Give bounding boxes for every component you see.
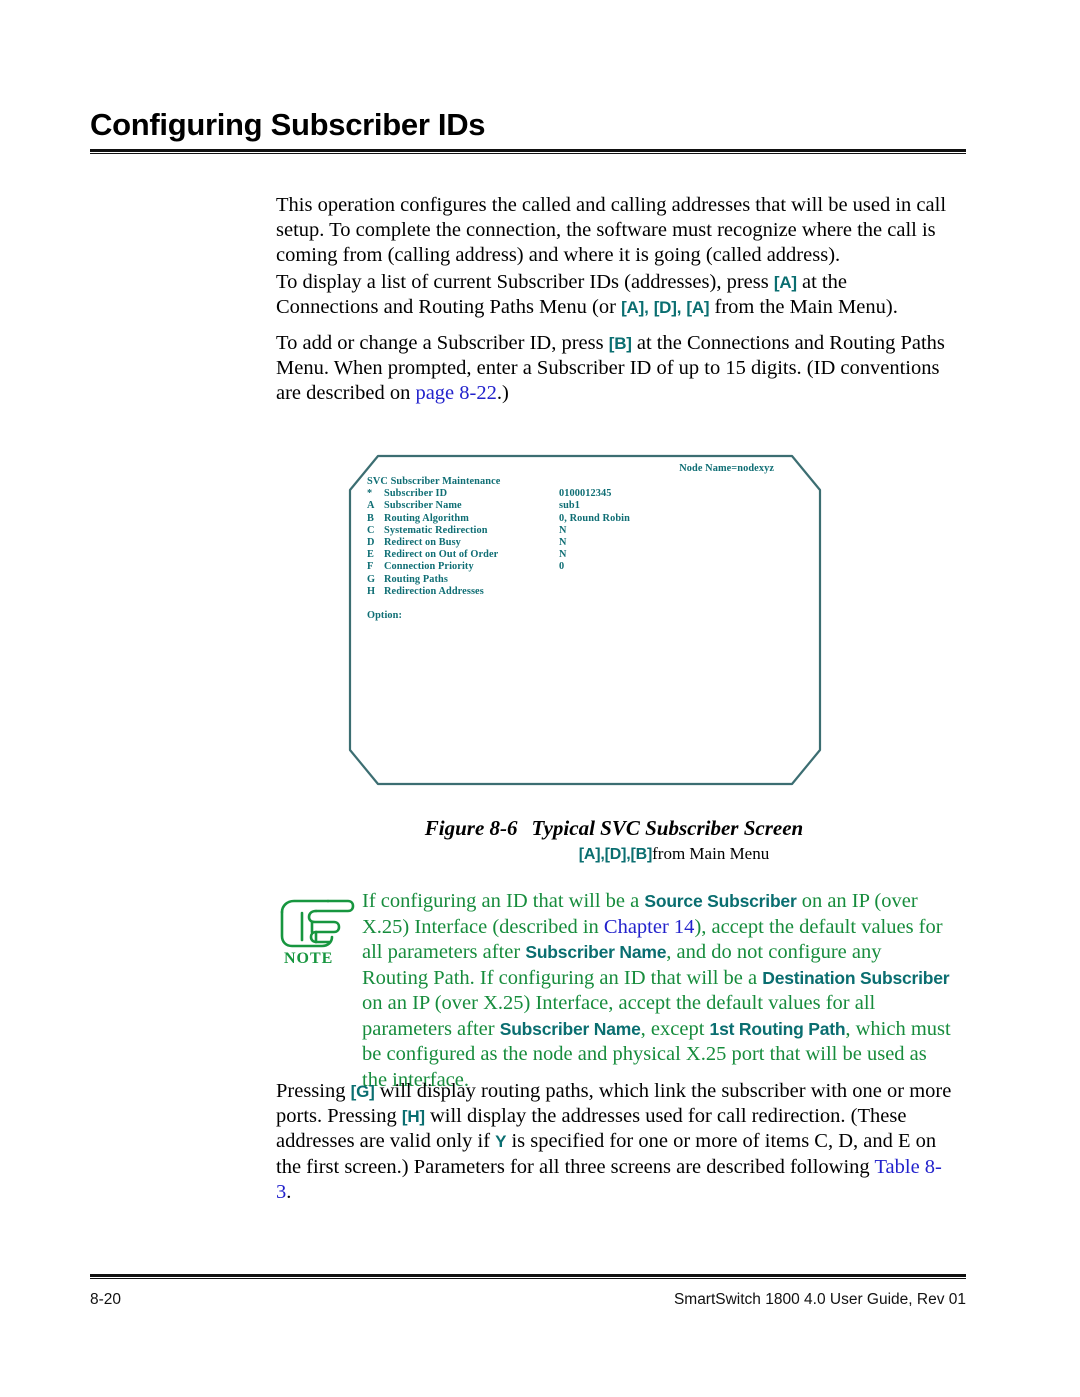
- key-marker-d: [D]: [604, 846, 627, 863]
- key-marker-b: [B]: [608, 334, 632, 353]
- display-list-paragraph: To display a list of current Subscriber …: [276, 270, 952, 320]
- menu-label: Subscriber Name: [384, 500, 462, 512]
- menu-key: G: [367, 573, 376, 585]
- menu-key: A: [367, 500, 375, 512]
- add-change-paragraph: To add or change a Subscriber ID, press …: [276, 331, 952, 407]
- key-marker-d: [D]: [653, 298, 677, 318]
- menu-row-routing-paths[interactable]: G Routing Paths: [367, 574, 797, 586]
- cross-reference-link-page[interactable]: page 8-22: [415, 382, 496, 404]
- heading-rule: [90, 149, 966, 155]
- text-fragment: .: [286, 1180, 292, 1203]
- intro-paragraph: This operation configures the called and…: [276, 193, 952, 269]
- menu-value: N: [559, 524, 567, 536]
- menu-row-connection-priority[interactable]: F Connection Priority 0: [367, 561, 797, 573]
- key-marker-b: [B]: [630, 846, 653, 863]
- menu-label: Redirect on Out of Order: [384, 549, 499, 561]
- menu-value: N: [559, 537, 567, 549]
- figure-number: Figure 8-6: [424, 816, 518, 840]
- menu-label: Subscriber ID: [384, 488, 448, 500]
- node-name-label: Node Name=nodexyz: [679, 463, 774, 474]
- text-fragment: Pressing: [276, 1080, 346, 1102]
- menu-row-routing-algorithm[interactable]: B Routing Algorithm 0, Round Robin: [367, 513, 797, 525]
- term-subscriber-name: Subscriber Name: [499, 1018, 641, 1039]
- term-source-subscriber: Source Subscriber: [644, 891, 797, 911]
- menu-label: Redirect on Busy: [384, 537, 461, 549]
- menu-label: Connection Priority: [384, 561, 474, 573]
- menu-label: Routing Paths: [384, 573, 448, 585]
- footer-row: 8-20 SmartSwitch 1800 4.0 User Guide, Re…: [90, 1291, 966, 1309]
- figure-menu-path: [A],[D],[B]from Main Menu: [276, 844, 952, 864]
- menu-key: B: [367, 512, 374, 524]
- key-marker-h: [H]: [401, 1107, 425, 1127]
- menu-key: *: [367, 488, 373, 500]
- note-text: If configuring an ID that will be a Sour…: [362, 888, 952, 1093]
- text-fragment: If configuring an ID that will be a: [362, 890, 640, 912]
- menu-value: sub1: [559, 500, 581, 512]
- key-separator: ,: [644, 298, 649, 318]
- footer-document-title: SmartSwitch 1800 4.0 User Guide, Rev 01: [673, 1291, 966, 1308]
- menu-key: E: [367, 549, 374, 561]
- page-title: Configuring Subscriber IDs: [90, 107, 486, 142]
- menu-path-tail: from Main Menu: [652, 844, 770, 863]
- document-page: Configuring Subscriber IDs This operatio…: [0, 0, 1080, 1397]
- menu-row-subscriber-name[interactable]: A Subscriber Name sub1: [367, 500, 797, 512]
- menu-key: D: [367, 537, 375, 549]
- term-1st-routing-path: 1st Routing Path: [709, 1018, 846, 1039]
- page-footer: 8-20 SmartSwitch 1800 4.0 User Guide, Re…: [90, 1274, 966, 1309]
- menu-value: 0100012345: [559, 488, 612, 500]
- menu-label: Redirection Addresses: [384, 585, 484, 597]
- note-callout: NOTE If configuring an ID that will be a…: [276, 888, 952, 1093]
- menu-key: H: [367, 585, 376, 597]
- key-separator: ,: [676, 298, 682, 318]
- menu-row-redirection-addresses[interactable]: H Redirection Addresses: [367, 586, 797, 598]
- key-marker-a: [A]: [578, 846, 601, 863]
- text-fragment: , except: [640, 1017, 705, 1040]
- paragraph-text: Pressing [G] will display routing paths,…: [276, 1079, 952, 1205]
- footer-rule: [90, 1274, 966, 1279]
- terminal-screen-figure: Node Name=nodexyz SVC Subscriber Mainten…: [348, 450, 822, 788]
- menu-value: [559, 586, 797, 598]
- menu-key: F: [367, 561, 374, 573]
- menu-value: 0, Round Robin: [559, 512, 630, 524]
- menu-row-redirect-on-busy[interactable]: D Redirect on Busy N: [367, 537, 797, 549]
- note-icon-graphic: NOTE: [280, 899, 355, 966]
- cross-reference-link-chapter[interactable]: Chapter 14: [604, 916, 695, 938]
- text-fragment: from the Main Menu).: [714, 296, 898, 319]
- key-marker-g: [G]: [350, 1082, 375, 1101]
- key-marker-a: [A]: [773, 273, 797, 292]
- term-destination-subscriber: Destination Subscriber: [762, 967, 950, 988]
- menu-value: [559, 574, 797, 586]
- caption-line: Figure 8-6 Typical SVC Subscriber Screen: [276, 816, 952, 841]
- text-fragment: .): [496, 382, 509, 405]
- footer-page-number: 8-20: [90, 1291, 122, 1308]
- menu-row-systematic-redirection[interactable]: C Systematic Redirection N: [367, 525, 797, 537]
- menu-value: 0: [559, 561, 565, 573]
- screen-menu: SVC Subscriber Maintenance * Subscriber …: [367, 476, 797, 622]
- figure-caption: Figure 8-6 Typical SVC Subscriber Screen …: [276, 816, 952, 864]
- paragraph-text: To display a list of current Subscriber …: [276, 270, 952, 320]
- term-subscriber-name: Subscriber Name: [525, 942, 667, 962]
- page-heading: Configuring Subscriber IDs: [90, 107, 966, 155]
- menu-value: N: [559, 549, 567, 561]
- menu-key: C: [367, 524, 375, 536]
- paragraph-text: This operation configures the called and…: [276, 194, 947, 267]
- menu-label: Systematic Redirection: [384, 524, 488, 536]
- routing-paths-paragraph: Pressing [G] will display routing paths,…: [276, 1079, 952, 1205]
- pointing-hand-note-icon: NOTE: [276, 888, 362, 966]
- terminal-screen-content: Node Name=nodexyz SVC Subscriber Mainten…: [348, 450, 822, 788]
- text-fragment: To add or change a Subscriber ID, press: [276, 332, 604, 354]
- screen-title: SVC Subscriber Maintenance: [367, 476, 501, 487]
- menu-row-subscriber-id[interactable]: * Subscriber ID 0100012345: [367, 488, 797, 500]
- note-icon-text: NOTE: [284, 950, 333, 966]
- paragraph-text: To add or change a Subscriber ID, press …: [276, 331, 952, 407]
- key-marker-a: [A]: [686, 298, 710, 318]
- menu-label: Routing Algorithm: [384, 512, 469, 524]
- option-prompt[interactable]: Option:: [367, 610, 797, 622]
- figure-title: Typical SVC Subscriber Screen: [531, 816, 804, 840]
- text-fragment: To display a list of current Subscriber …: [276, 271, 769, 293]
- key-marker-a: [A]: [621, 298, 645, 318]
- menu-row-redirect-out-of-order[interactable]: E Redirect on Out of Order N: [367, 549, 797, 561]
- key-marker-y: Y: [495, 1132, 507, 1152]
